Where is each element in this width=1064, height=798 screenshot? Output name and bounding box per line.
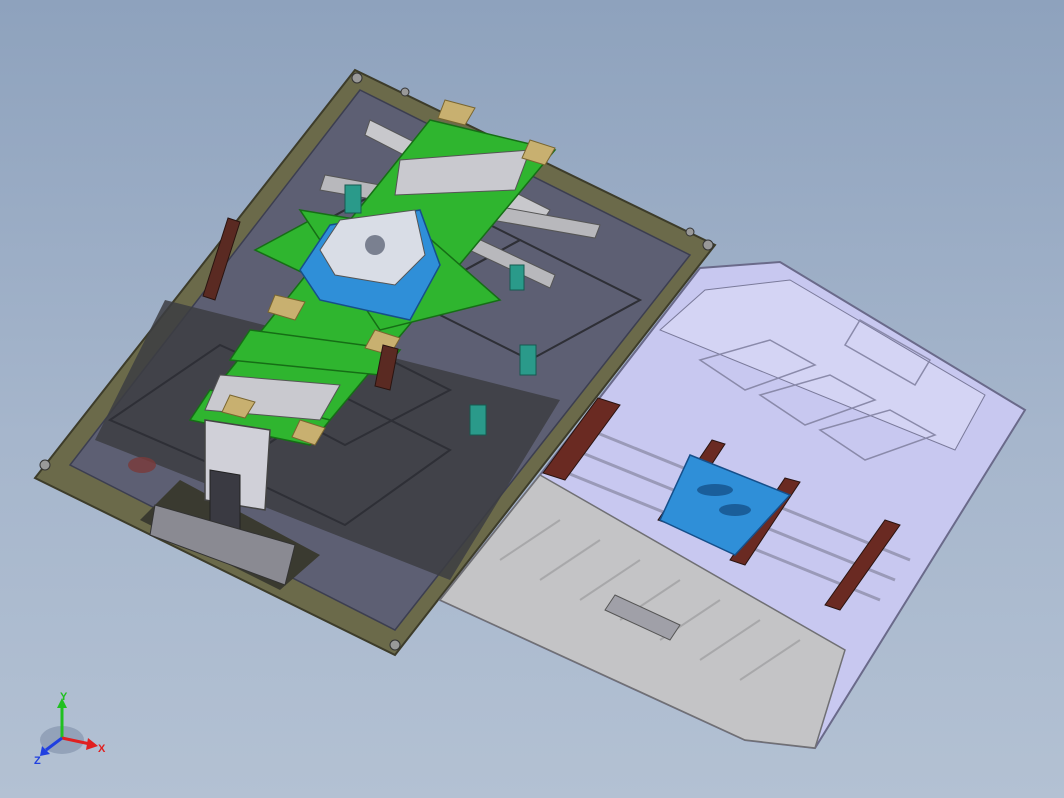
axis-triad: Y X Z (34, 691, 106, 767)
z-axis-label: Z (34, 755, 41, 767)
cad-viewport[interactable]: Y X Z (0, 0, 1064, 798)
assembly-model[interactable] (0, 0, 1064, 798)
y-axis-label: Y (60, 691, 68, 703)
x-axis-label: X (98, 743, 106, 755)
x-axis-head (86, 738, 98, 750)
fixture-marker (128, 457, 156, 473)
